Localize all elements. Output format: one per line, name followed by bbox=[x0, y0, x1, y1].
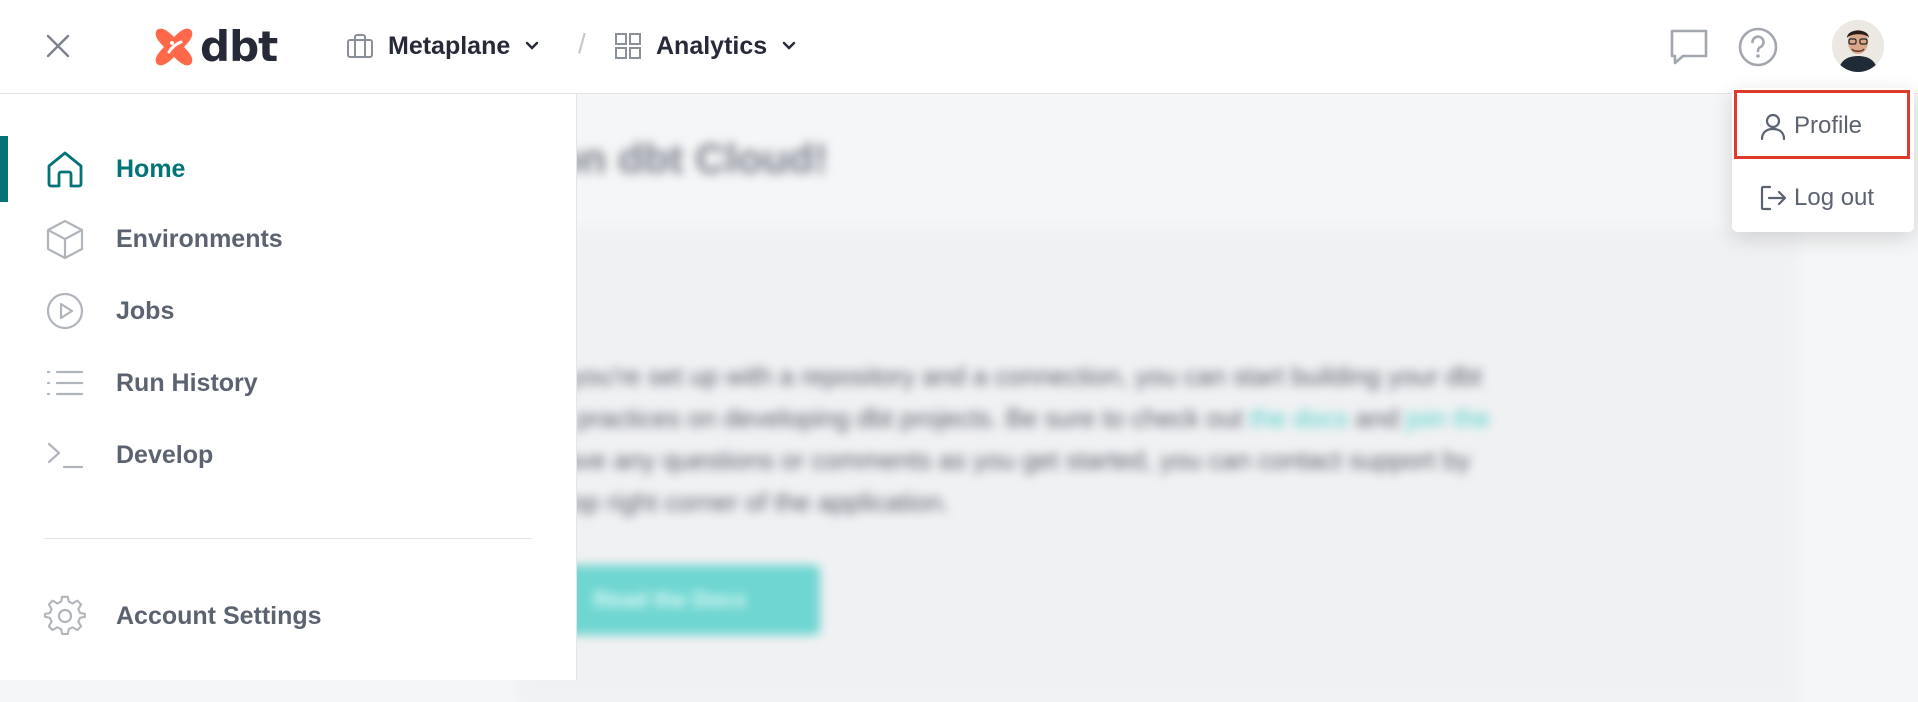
project-name: Analytics bbox=[656, 31, 768, 60]
docs-link: the docs bbox=[1249, 403, 1349, 433]
sidebar-item-home[interactable]: Home bbox=[0, 139, 576, 199]
menu-item-profile[interactable]: Profile bbox=[1732, 96, 1914, 156]
list-icon bbox=[44, 362, 86, 404]
help-icon[interactable] bbox=[1735, 24, 1781, 70]
user-icon bbox=[1758, 111, 1788, 141]
sidebar-item-label: Run History bbox=[116, 368, 258, 397]
project-switcher[interactable]: Analytics bbox=[614, 26, 797, 66]
menu-item-label: Log out bbox=[1794, 184, 1875, 211]
logo-text: dbt bbox=[200, 22, 278, 71]
sidebar-item-label: Jobs bbox=[116, 296, 175, 325]
dbt-logo[interactable]: dbt bbox=[152, 22, 278, 71]
sidebar-item-label: Home bbox=[116, 154, 186, 183]
sidebar-item-label: Develop bbox=[116, 440, 214, 469]
menu-item-label: Profile bbox=[1794, 112, 1863, 139]
sidebar-item-environments[interactable]: Environments bbox=[0, 209, 576, 269]
sidebar-item-jobs[interactable]: Jobs bbox=[0, 281, 576, 341]
sidebar-item-develop[interactable]: Develop bbox=[0, 425, 576, 485]
terminal-icon bbox=[44, 434, 86, 476]
join-link: join the bbox=[1406, 403, 1490, 433]
chevron-down-icon bbox=[782, 41, 796, 50]
sidebar-item-label: Environments bbox=[116, 224, 283, 253]
sidebar-divider bbox=[44, 538, 532, 539]
briefcase-icon bbox=[347, 34, 373, 58]
dbt-logo-icon bbox=[155, 28, 193, 65]
close-icon[interactable] bbox=[40, 28, 76, 64]
breadcrumb-separator: / bbox=[578, 28, 586, 59]
user-menu: Profile Log out bbox=[1732, 88, 1914, 232]
main-content-background: e on dbt Cloud! that you're set up with … bbox=[520, 110, 1800, 702]
avatar[interactable] bbox=[1832, 20, 1884, 72]
gear-icon bbox=[44, 595, 86, 637]
account-switcher[interactable]: Metaplane bbox=[346, 26, 540, 66]
sidebar-item-label: Account Settings bbox=[116, 601, 322, 630]
sidebar-item-account-settings[interactable]: Account Settings bbox=[0, 586, 576, 646]
home-icon bbox=[44, 148, 86, 190]
sidebar-item-run-history[interactable]: Run History bbox=[0, 353, 576, 413]
logout-icon bbox=[1758, 183, 1788, 213]
cube-icon bbox=[44, 218, 86, 260]
account-name: Metaplane bbox=[388, 31, 511, 60]
menu-item-logout[interactable]: Log out bbox=[1732, 168, 1914, 228]
play-circle-icon bbox=[44, 290, 86, 332]
grid-icon bbox=[615, 33, 641, 59]
sidebar: Home Environments Jobs Run History Devel… bbox=[0, 94, 577, 680]
welcome-paragraph: that you're set up with a repository and… bbox=[520, 361, 1490, 517]
top-bar: dbt Metaplane / Analytics bbox=[0, 0, 1918, 94]
chevron-down-icon bbox=[526, 41, 539, 50]
chat-icon[interactable] bbox=[1666, 24, 1712, 70]
